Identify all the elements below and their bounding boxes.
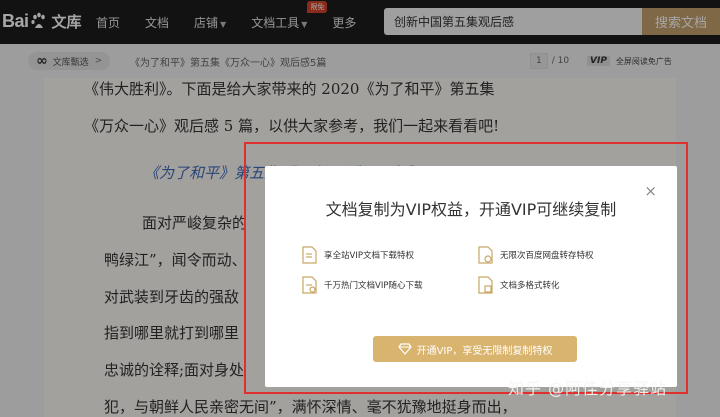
benefit-label: 千万热门文档VIP随心下载 bbox=[324, 281, 423, 291]
benefit-item: 无限次百度网盘转存特权 bbox=[477, 246, 594, 264]
vip-copy-dialog: × 文档复制为VIP权益，开通VIP可继续复制 享全站VIP文档下载特权 无限次… bbox=[265, 166, 677, 387]
open-vip-button[interactable]: 开通VIP，享受无限制复制特权 bbox=[373, 336, 577, 362]
open-vip-label: 开通VIP，享受无限制复制特权 bbox=[416, 345, 553, 357]
format-convert-icon bbox=[478, 276, 493, 294]
cloud-transfer-icon bbox=[478, 246, 493, 264]
diamond-icon bbox=[397, 343, 412, 355]
zhihu-watermark: 知乎 @阿佳分享驿站 bbox=[508, 379, 668, 398]
benefit-label: 无限次百度网盘转存特权 bbox=[500, 251, 594, 261]
benefit-item: 享全站VIP文档下载特权 bbox=[301, 246, 414, 264]
benefit-item: 千万热门文档VIP随心下载 bbox=[301, 276, 422, 294]
dialog-title: 文档复制为VIP权益，开通VIP可继续复制 bbox=[325, 200, 617, 219]
hot-document-icon bbox=[302, 276, 317, 294]
benefit-label: 文档多格式转化 bbox=[500, 281, 560, 291]
document-download-icon bbox=[302, 246, 317, 264]
benefit-item: 文档多格式转化 bbox=[477, 276, 560, 294]
benefit-label: 享全站VIP文档下载特权 bbox=[324, 251, 414, 261]
